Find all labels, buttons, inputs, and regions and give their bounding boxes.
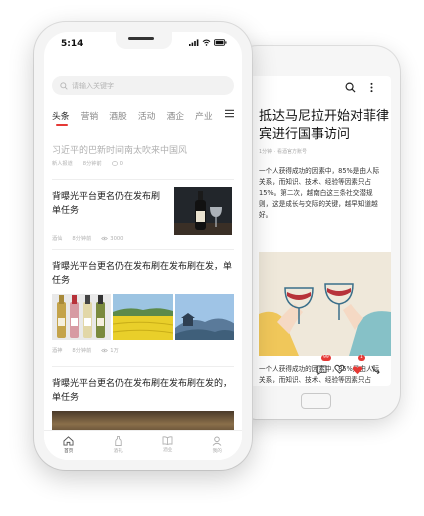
article-meta: 1分钟 · 看酒官方账号: [259, 149, 307, 155]
article-title: 抵达马尼拉开始对菲律宾进行国事访问: [259, 109, 390, 142]
like-button[interactable]: 1: [352, 354, 365, 379]
bottle-icon: [115, 436, 122, 446]
article-paragraph: 一个人获得成功的因素中，85%是由人际关系，而知识、技术、经验等因素只占15%。…: [259, 167, 380, 219]
home-icon: [63, 436, 74, 446]
signal-icon: [189, 39, 199, 46]
comment-count-badge: 99: [321, 354, 331, 361]
article-action-bar: 99 1: [241, 354, 391, 380]
home-button[interactable]: [301, 393, 331, 409]
image-row: [52, 294, 234, 340]
book-icon: [162, 436, 173, 445]
tab-events[interactable]: 活动: [138, 109, 156, 122]
comment-count: 0: [119, 160, 123, 167]
tabbar-label: 我的: [212, 449, 222, 454]
eye-icon: [101, 348, 109, 353]
status-icons: [189, 39, 227, 46]
search-bar[interactable]: 请输入关键字: [52, 76, 234, 95]
tab-industry[interactable]: 产业: [195, 109, 213, 122]
item-meta: 新人报道 8分钟前 0: [52, 160, 234, 168]
comment-icon: [316, 364, 327, 375]
item-source: 酒仙: [52, 236, 63, 242]
menu-icon[interactable]: [225, 109, 234, 118]
list-item[interactable]: 背曝光平台更名仍在发布刷单任务 酒仙 8分钟前 3000: [52, 180, 234, 250]
back-phone: 抵达马尼拉开始对菲律宾进行国事访问 1分钟 · 看酒官方账号 一个人获得成功的因…: [232, 46, 400, 419]
status-bar: 5:14: [44, 32, 242, 56]
news-feed-screen: 5:14 请输入关键字 头条 营销 酒股 活动 酒企 产业 习近平的巴新时间南太…: [44, 32, 242, 460]
share-icon[interactable]: [370, 364, 381, 374]
user-icon: [212, 436, 222, 446]
eye-icon: [101, 236, 109, 241]
tabbar-label: 酒业: [163, 448, 173, 453]
view-count: 1万: [110, 348, 119, 354]
news-feed: 习近平的巴新时间南太吹来中国风 新人报道 8分钟前 0 背曝光平台更名仍在发布刷…: [52, 132, 234, 435]
tab-headlines[interactable]: 头条: [52, 109, 70, 126]
tab-wine-stocks[interactable]: 酒股: [109, 109, 127, 122]
item-source: 酒神: [52, 348, 63, 354]
list-item[interactable]: 习近平的巴新时间南太吹来中国风 新人报道 8分钟前 0: [52, 132, 234, 180]
list-item[interactable]: 背曝光平台更名仍在发布刷在发布刷在发，单任务 酒神 8分钟前 1万: [52, 250, 234, 367]
status-time: 5:14: [61, 39, 84, 49]
item-views: 1万: [101, 347, 119, 354]
mountain-temple-image: [174, 294, 234, 340]
category-tabs: 头条 营销 酒股 活动 酒企 产业: [52, 109, 236, 126]
speaker-grill: [128, 37, 154, 40]
tabbar-industry[interactable]: 酒业: [143, 431, 193, 460]
item-title: 背曝光平台更名仍在发布刷在发布刷在发，单任务: [52, 262, 233, 286]
item-meta: 酒仙 8分钟前 3000: [52, 235, 123, 243]
item-time: 8分钟前: [72, 236, 92, 242]
wifi-icon: [202, 39, 211, 46]
item-meta: 酒神 8分钟前 1万: [52, 347, 234, 354]
search-icon: [60, 81, 68, 90]
notch: [116, 32, 172, 49]
tabbar-label: 酒礼: [113, 449, 123, 454]
tabbar-label: 首页: [64, 449, 74, 454]
heart-outline-icon[interactable]: [334, 364, 345, 374]
tab-marketing[interactable]: 营销: [81, 109, 99, 122]
item-comments: 0: [111, 160, 123, 167]
search-input[interactable]: 请输入关键字: [72, 81, 114, 91]
item-time: 8分钟前: [82, 161, 102, 167]
wine-bottles-image: [52, 294, 112, 340]
tabbar-gifts[interactable]: 酒礼: [94, 431, 144, 460]
list-item[interactable]: 背曝光平台更名仍在发布刷在发布刷在发的，单任务: [52, 367, 234, 435]
more-icon[interactable]: [366, 82, 377, 93]
wine-toast-illustration: [259, 252, 391, 356]
item-title: 习近平的巴新时间南太吹来中国风: [52, 146, 188, 156]
item-views: 3000: [101, 236, 123, 242]
tabbar-home[interactable]: 首页: [44, 431, 94, 460]
heart-filled-icon: [352, 365, 363, 374]
tabbar-profile[interactable]: 我的: [193, 431, 243, 460]
item-title: 背曝光平台更名仍在发布刷在发布刷在发的，单任务: [52, 379, 233, 403]
item-time: 8分钟前: [72, 348, 92, 354]
comment-icon: [111, 161, 118, 166]
item-source: 新人报道: [52, 161, 73, 167]
rapeseed-field-image: [113, 294, 173, 340]
view-count: 3000: [110, 235, 124, 242]
like-count-badge: 1: [358, 354, 365, 361]
wine-bottle-image: [174, 187, 232, 235]
article-toolbar: [345, 82, 377, 93]
bottom-tab-bar: 首页 酒礼 酒业 我的: [44, 430, 242, 460]
item-title: 背曝光平台更名仍在发布刷单任务: [52, 192, 161, 216]
search-icon[interactable]: [345, 82, 356, 93]
tab-wine-companies[interactable]: 酒企: [166, 109, 184, 122]
front-phone: 5:14 请输入关键字 头条 营销 酒股 活动 酒企 产业 习近平的巴新时间南太…: [34, 22, 252, 470]
comment-button[interactable]: 99: [316, 354, 331, 379]
battery-icon: [214, 39, 227, 46]
article-screen: 抵达马尼拉开始对菲律宾进行国事访问 1分钟 · 看酒官方账号 一个人获得成功的因…: [241, 76, 391, 386]
